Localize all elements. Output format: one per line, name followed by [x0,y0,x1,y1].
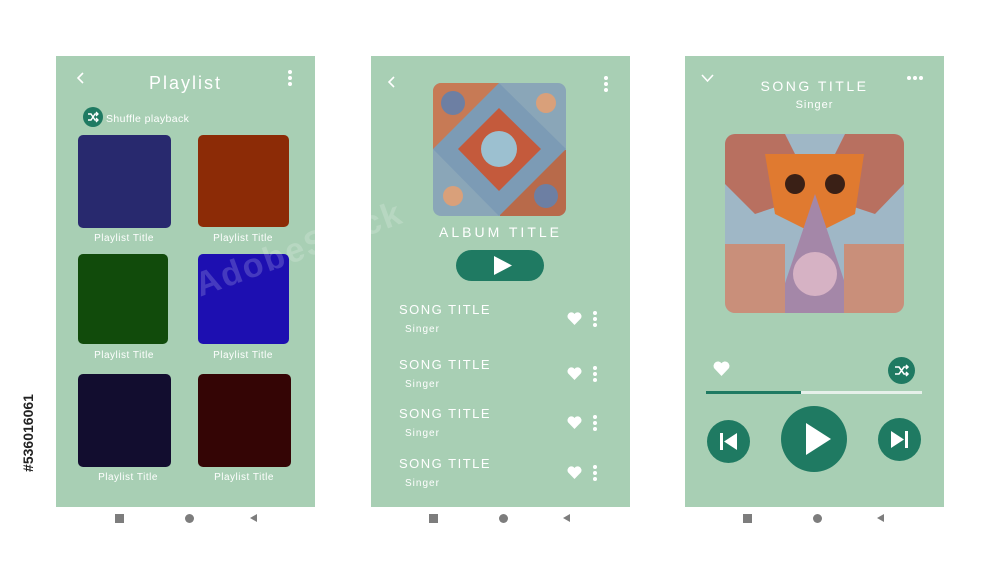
home-button[interactable] [185,514,194,523]
song-title: SONG TITLE [760,78,869,94]
skip-next-icon [891,431,908,448]
playlist-screen: Playlist Shuffle playback Playlist Title… [56,56,315,507]
playlist-cover[interactable] [78,135,171,228]
chevron-left-icon[interactable] [387,76,397,88]
back-button[interactable] [877,514,884,522]
recents-button[interactable] [743,514,752,523]
stock-id: #536016061 [20,394,36,472]
nav-bar [371,512,630,526]
kebab-menu-icon[interactable] [593,465,597,483]
page-title: Playlist [148,73,222,93]
player-screen: SONG TITLE Singer [685,56,944,507]
playlist-title: Playlist Title [213,350,273,361]
nav-bar [56,512,315,526]
song-singer: Singer [405,379,440,390]
playlist-title: Playlist Title [94,350,154,361]
kebab-menu-icon[interactable] [604,76,608,94]
album-title: ALBUM TITLE [439,224,562,240]
shuffle-icon [895,364,910,377]
home-button[interactable] [813,514,822,523]
skip-previous-icon [720,433,737,450]
heart-icon[interactable] [567,466,582,479]
kebab-menu-icon[interactable] [593,366,597,384]
kebab-menu-icon[interactable] [288,70,292,88]
play-button[interactable] [456,250,544,281]
heart-icon[interactable] [567,367,582,380]
kebab-menu-icon[interactable] [593,415,597,433]
previous-button[interactable] [707,420,750,463]
playlist-title: Playlist Title [214,472,274,483]
playlist-cover[interactable] [78,374,171,467]
shuffle-button[interactable] [83,107,103,127]
song-singer: Singer [405,478,440,489]
heart-icon[interactable] [567,416,582,429]
song-title[interactable]: SONG TITLE [399,302,491,317]
song-title[interactable]: SONG TITLE [399,406,491,421]
back-button[interactable] [250,514,257,522]
song-title[interactable]: SONG TITLE [399,456,491,471]
back-button[interactable] [563,514,570,522]
play-button[interactable] [781,406,847,472]
song-singer: Singer [405,428,440,439]
shuffle-button[interactable] [888,357,915,384]
album-screen: ALBUM TITLE SONG TITLE Singer SONG TITLE… [371,56,630,507]
play-icon [806,423,831,455]
next-button[interactable] [878,418,921,461]
playlist-title: Playlist Title [98,472,158,483]
home-button[interactable] [499,514,508,523]
play-icon [494,256,512,275]
album-cover [433,83,566,216]
song-singer: Singer [405,324,440,335]
song-title[interactable]: SONG TITLE [399,357,491,372]
heart-icon[interactable] [713,361,730,376]
recents-button[interactable] [429,514,438,523]
playlist-cover[interactable] [198,374,291,467]
playlist-cover[interactable] [198,135,289,227]
album-cover [725,134,904,313]
nav-bar [685,512,944,526]
shuffle-icon [88,111,99,123]
playlist-cover[interactable] [78,254,168,344]
kebab-menu-icon[interactable] [593,311,597,329]
progress-bar[interactable] [706,391,922,394]
song-singer: Singer [795,99,834,111]
recents-button[interactable] [115,514,124,523]
heart-icon[interactable] [567,312,582,325]
playlist-title: Playlist Title [94,233,154,244]
shuffle-label[interactable]: Shuffle playback [106,113,189,125]
progress-fill [706,391,802,394]
